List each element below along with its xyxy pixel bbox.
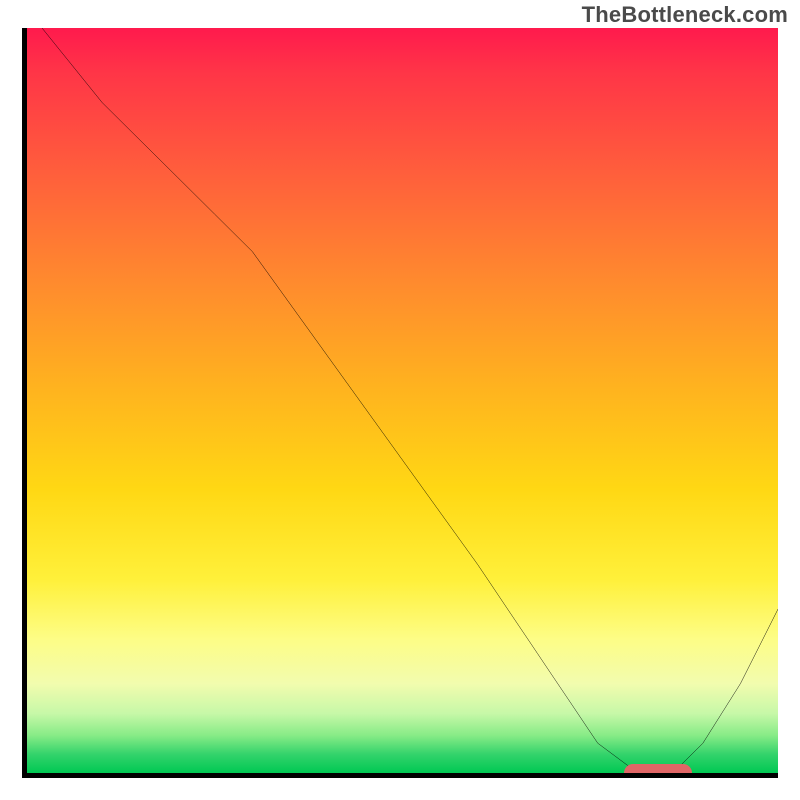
watermark-text: TheBottleneck.com xyxy=(582,2,788,28)
chart-canvas: TheBottleneck.com xyxy=(0,0,800,800)
bottleneck-curve xyxy=(27,28,778,773)
optimal-range-marker xyxy=(624,764,692,778)
plot-area xyxy=(22,28,778,778)
